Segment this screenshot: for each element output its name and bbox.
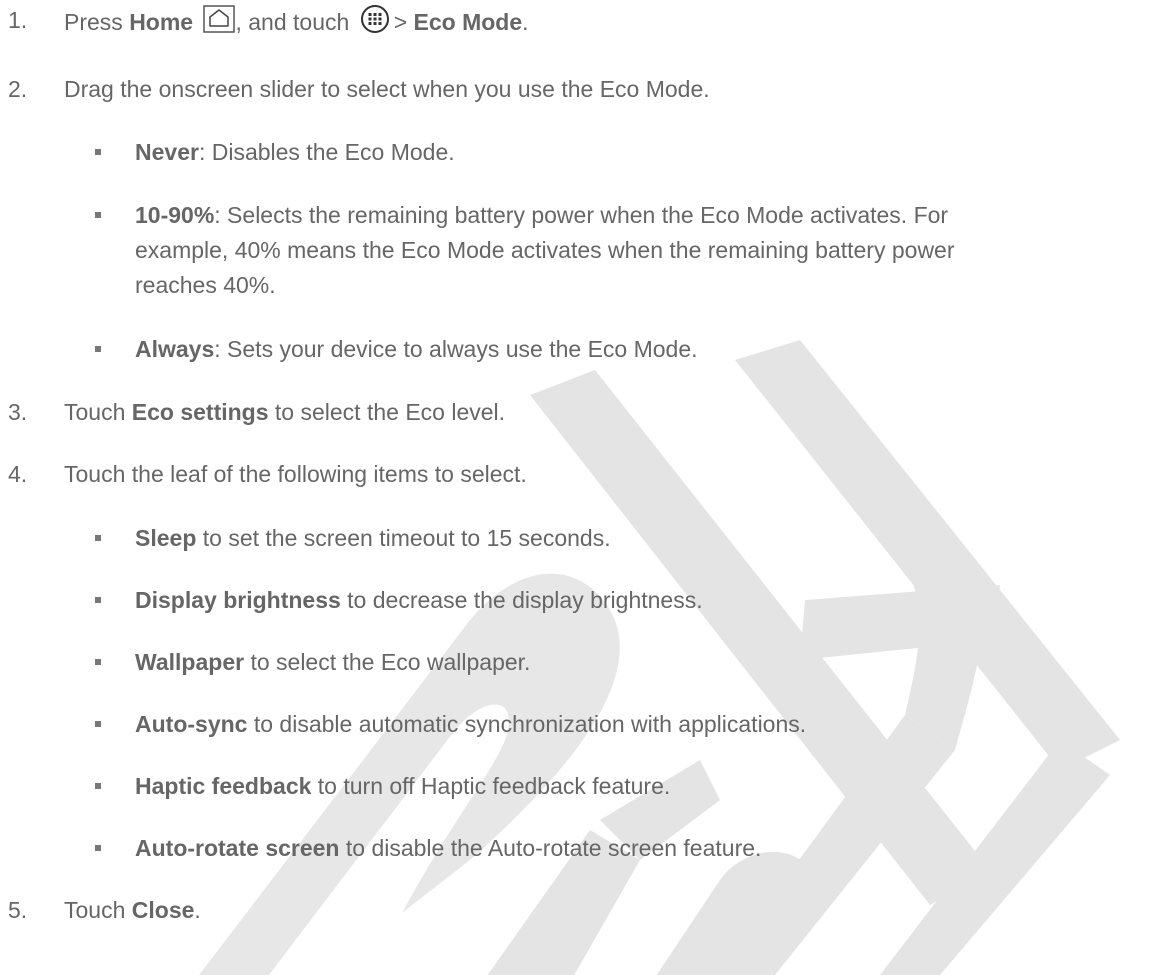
bullet-term: Display brightness: [135, 587, 341, 613]
bullet-term: Wallpaper: [135, 649, 245, 675]
bullet-desc: to disable automatic synchronization wit…: [247, 711, 807, 737]
punctuation: .: [522, 9, 529, 36]
eco-settings-label: Eco settings: [131, 399, 269, 425]
step-text: Touch: [64, 399, 132, 425]
bullet-desc: to disable the Auto-rotate screen featur…: [339, 835, 762, 861]
step-number: 1.: [8, 7, 28, 33]
bullet-term: Haptic feedback: [135, 773, 312, 799]
bullet-auto-sync: Auto-sync to disable automatic synchroni…: [135, 710, 806, 738]
document-body: 1. Press Home , and touch > Eco Mode. 2.…: [0, 0, 1156, 975]
bullet-sleep: Sleep to set the screen timeout to 15 se…: [135, 524, 611, 552]
bullet-desc: to set the screen timeout to 15 seconds.: [196, 525, 611, 551]
bullet-desc: to decrease the display brightness.: [340, 587, 703, 613]
bullet-never: Never: Disables the Eco Mode.: [135, 138, 455, 166]
bullet-wallpaper: Wallpaper to select the Eco wallpaper.: [135, 648, 530, 676]
bullet-desc: : Sets your device to always use the Eco…: [214, 336, 698, 362]
bullet-marker: [95, 149, 101, 155]
bullet-desc: to turn off Haptic feedback feature.: [311, 773, 671, 799]
bullet-marker: [95, 659, 101, 665]
bullet-marker: [95, 346, 101, 352]
bullet-marker: [95, 597, 101, 603]
punctuation: .: [194, 897, 201, 923]
step-number: 3.: [8, 399, 28, 425]
step-text: to select the Eco level.: [268, 399, 506, 425]
bullet-always: Always: Sets your device to always use t…: [135, 335, 698, 363]
bullet-term: Always: [135, 336, 215, 362]
bullet-term: Sleep: [135, 525, 197, 551]
bullet-haptic-feedback: Haptic feedback to turn off Haptic feedb…: [135, 772, 670, 800]
apps-grid-icon: [360, 4, 390, 40]
step-text: Drag the onscreen slider to select when …: [64, 76, 710, 102]
bullet-marker: [95, 721, 101, 727]
bullet-10-90: 10-90%: Selects the remaining battery po…: [135, 201, 948, 229]
step-number: 5.: [8, 897, 28, 923]
eco-mode-label: Eco Mode: [413, 9, 523, 36]
step-text: >: [393, 9, 414, 36]
home-icon: [203, 5, 236, 39]
close-label: Close: [131, 897, 195, 923]
home-label: Home: [129, 9, 194, 36]
bullet-marker: [95, 212, 101, 218]
bullet-term: Auto-rotate screen: [135, 835, 340, 861]
step-text: Touch the leaf of the following items to…: [64, 461, 527, 487]
bullet-continuation: example, 40% means the Eco Mode activate…: [135, 237, 955, 263]
bullet-term: Never: [135, 139, 199, 165]
bullet-auto-rotate: Auto-rotate screen to disable the Auto-r…: [135, 834, 761, 862]
bullet-marker: [95, 845, 101, 851]
step-number: 4.: [8, 461, 28, 487]
step-text: Touch: [64, 897, 132, 923]
bullet-term: Auto-sync: [135, 711, 248, 737]
step-number: 2.: [8, 76, 28, 102]
bullet-marker: [95, 535, 101, 541]
bullet-continuation: reaches 40%.: [135, 272, 276, 298]
step-text: , and touch: [235, 9, 356, 36]
bullet-desc: : Selects the remaining battery power wh…: [214, 202, 949, 228]
bullet-marker: [95, 783, 101, 789]
bullet-desc: to select the Eco wallpaper.: [244, 649, 531, 675]
bullet-desc: : Disables the Eco Mode.: [198, 139, 455, 165]
step-text: Press: [64, 9, 130, 36]
bullet-term: 10-90%: [135, 202, 215, 228]
bullet-display-brightness: Display brightness to decrease the displ…: [135, 586, 703, 614]
